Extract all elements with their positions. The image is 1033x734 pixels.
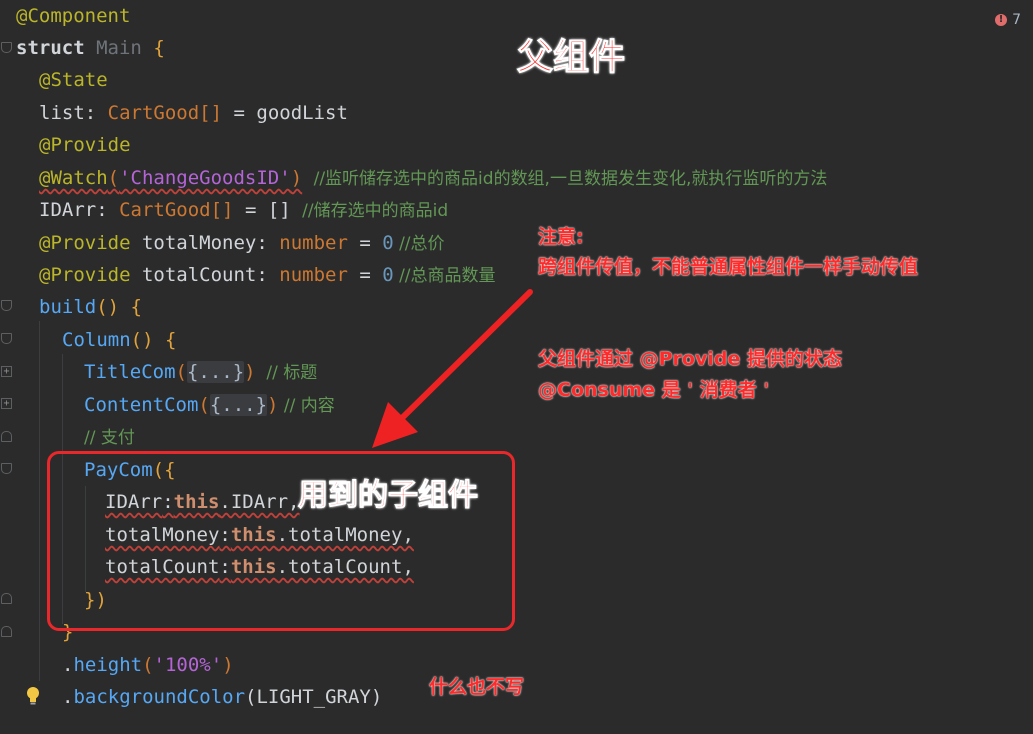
folded-region[interactable]: {...} bbox=[209, 394, 268, 416]
type-token: CartGood[] bbox=[119, 199, 234, 221]
property-token: totalMoney bbox=[130, 232, 257, 254]
colon-token: : bbox=[256, 232, 280, 254]
indent-guide bbox=[39, 321, 40, 681]
error-circle-icon: ! bbox=[995, 14, 1008, 26]
code-line[interactable]: @Provide bbox=[39, 129, 131, 161]
paren-token: ( bbox=[107, 167, 120, 189]
type-token: number bbox=[279, 264, 348, 286]
code-line[interactable]: .backgroundColor(LIGHT_GRAY) bbox=[62, 681, 382, 713]
number-token: 0 bbox=[382, 232, 394, 254]
fold-toggle-icon[interactable] bbox=[1, 42, 12, 53]
assignment-token: = [] bbox=[233, 199, 303, 221]
fold-toggle-icon[interactable] bbox=[1, 431, 12, 442]
code-line[interactable]: Column() { bbox=[62, 324, 176, 356]
parent-component-title: 父组件 bbox=[516, 37, 626, 79]
argument-token: (LIGHT_GRAY) bbox=[245, 686, 383, 708]
code-line[interactable]: // 支付 bbox=[84, 421, 135, 453]
comment-token: //总价 bbox=[393, 234, 445, 254]
code-line[interactable]: @Provide totalCount: number = 0 //总商品数量 bbox=[39, 259, 496, 291]
function-token: Column bbox=[62, 329, 131, 351]
colon-token: : bbox=[84, 102, 97, 124]
consume-note: @Consume 是 ' 消费者 ' bbox=[538, 379, 770, 401]
paren-token: ) bbox=[267, 394, 279, 416]
lightbulb-icon[interactable] bbox=[25, 686, 41, 706]
function-token: build bbox=[39, 296, 97, 318]
expand-fold-icon[interactable]: + bbox=[1, 366, 12, 377]
paren-token: ) bbox=[290, 167, 303, 189]
comment-token: // 内容 bbox=[278, 396, 335, 416]
annotation-token: @Provide bbox=[39, 264, 131, 286]
code-line[interactable]: @State bbox=[39, 64, 108, 96]
function-token: TitleCom bbox=[84, 361, 176, 383]
brace-token: { bbox=[153, 37, 165, 59]
paren-token: ) bbox=[222, 654, 234, 676]
number-token: 0 bbox=[382, 264, 394, 286]
code-line[interactable]: list: CartGood[] = goodList bbox=[39, 97, 348, 129]
type-token: number bbox=[279, 232, 348, 254]
fold-toggle-icon[interactable] bbox=[1, 593, 12, 604]
note-body: 跨组件传值，不能普通属性组件一样手动传值 bbox=[538, 256, 919, 278]
comment-token: //储存选中的商品id bbox=[302, 201, 449, 221]
annotation-token: @Provide bbox=[39, 232, 131, 254]
nothing-note: 什么也不写 bbox=[429, 676, 525, 698]
code-line[interactable]: .height('100%') bbox=[62, 649, 234, 681]
code-line[interactable]: @Provide totalMoney: number = 0 //总价 bbox=[39, 227, 445, 259]
fold-toggle-icon[interactable] bbox=[1, 300, 12, 311]
provide-note: 父组件通过 @Provide 提供的状态 bbox=[538, 348, 842, 370]
code-line[interactable]: build() { bbox=[39, 291, 142, 323]
code-line[interactable]: IDArr: CartGood[] = [] //储存选中的商品id bbox=[39, 194, 448, 226]
note-heading: 注意: bbox=[538, 226, 584, 248]
code-line[interactable]: TitleCom({...}) // 标题 bbox=[84, 356, 317, 388]
property-token: IDArr bbox=[39, 199, 97, 221]
folded-region[interactable]: {...} bbox=[186, 361, 245, 383]
property-token: list bbox=[39, 102, 85, 124]
code-line[interactable]: @Component bbox=[16, 0, 130, 32]
annotation-token: @State bbox=[39, 69, 108, 91]
punctuation-token: () { bbox=[130, 329, 177, 351]
punctuation-token: () { bbox=[96, 296, 142, 318]
struct-name-token: Main bbox=[96, 37, 142, 59]
expand-fold-icon[interactable]: + bbox=[1, 398, 12, 409]
fold-toggle-icon[interactable] bbox=[1, 626, 12, 637]
problems-indicator[interactable]: ! 7 bbox=[995, 12, 1021, 28]
colon-token: : bbox=[256, 264, 280, 286]
paren-token: ( bbox=[198, 394, 210, 416]
code-editor[interactable]: + + ! 7 @Component struct Main { @State … bbox=[0, 0, 1033, 734]
function-token: ContentCom bbox=[84, 394, 199, 416]
annotation-token: @Provide bbox=[39, 134, 131, 156]
warning-count: 7 bbox=[1012, 12, 1021, 28]
comment-token: // 支付 bbox=[84, 428, 135, 448]
property-token: totalCount bbox=[130, 264, 257, 286]
comment-token: //总商品数量 bbox=[393, 266, 496, 286]
paren-token: ) bbox=[244, 361, 256, 383]
paren-token: ( bbox=[175, 361, 187, 383]
code-line[interactable]: struct Main { bbox=[16, 32, 165, 64]
fold-toggle-icon[interactable] bbox=[1, 463, 12, 474]
dot-token: . bbox=[62, 654, 74, 676]
fold-toggle-icon[interactable] bbox=[1, 333, 12, 344]
code-line[interactable]: @Watch('ChangeGoodsID') //监听储存选中的商品id的数组… bbox=[39, 162, 827, 194]
keyword-token: struct bbox=[16, 37, 85, 59]
type-token: CartGood[] bbox=[107, 102, 223, 124]
function-token: backgroundColor bbox=[73, 686, 246, 708]
dot-token: . bbox=[62, 686, 74, 708]
string-token: '100%' bbox=[153, 654, 223, 676]
annotation-token: @Component bbox=[16, 5, 131, 27]
function-token: height bbox=[73, 654, 143, 676]
string-token: 'ChangeGoodsID' bbox=[119, 167, 291, 189]
colon-token: : bbox=[96, 199, 108, 221]
comment-token: // 标题 bbox=[255, 363, 318, 383]
operator-token: = bbox=[347, 232, 383, 254]
operator-token: = bbox=[347, 264, 383, 286]
annotation-token: @Watch bbox=[39, 167, 108, 189]
code-line[interactable]: ContentCom({...}) // 内容 bbox=[84, 389, 335, 421]
child-component-label: 用到的子组件 bbox=[298, 478, 479, 514]
assignment-token: = goodList bbox=[222, 102, 348, 124]
paren-token: ( bbox=[142, 654, 154, 676]
comment-token: //监听储存选中的商品id的数组,一旦数据发生变化,就执行监听的方法 bbox=[313, 169, 828, 189]
